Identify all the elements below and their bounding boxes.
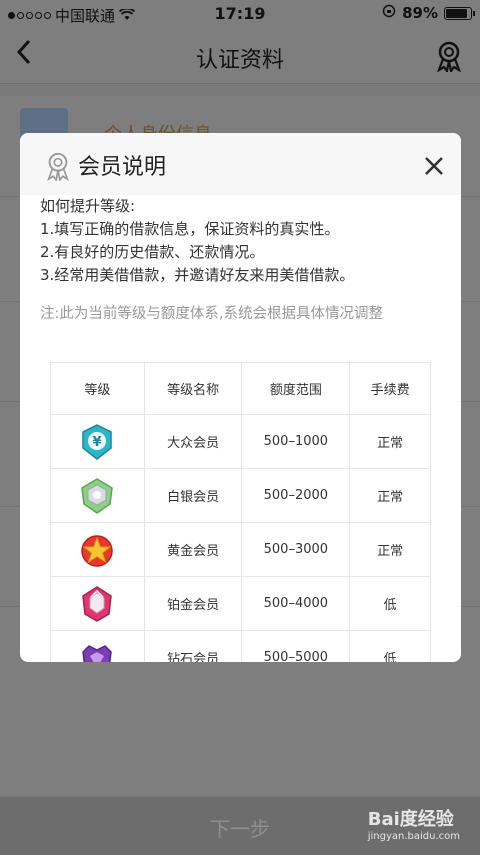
table-row: 铂金会员 500–4000 低 (50, 576, 431, 631)
fee: 正常 (349, 414, 431, 469)
credit-range: 500–2000 (241, 468, 351, 523)
fee: 正常 (349, 468, 431, 523)
level-name: 大众会员 (143, 414, 243, 469)
level-name: 白银会员 (143, 468, 243, 523)
fee: 正常 (349, 522, 431, 577)
battery-icon (444, 6, 475, 20)
credit-range: 500–1000 (241, 414, 351, 469)
header-fee: 手续费 (349, 362, 431, 415)
modal-header: 会员说明 (20, 133, 461, 195)
disclaimer-note: 注:此为当前等级与额度体系,系统会根据具体情况调整 (40, 306, 383, 322)
watermark-brand: Bai度经验 (367, 809, 454, 830)
level-icon-cell (50, 630, 145, 662)
membership-badge-button[interactable] (434, 40, 464, 74)
table-row: 白银会员 500–2000 正常 (50, 468, 431, 523)
rotation-lock-icon (382, 4, 396, 22)
status-bar: 中国联通 17:19 89% (0, 0, 480, 28)
modal-title: 会员说明 (78, 155, 167, 180)
award-ribbon-icon (47, 152, 69, 181)
tip-item: 3.经常用美借借款，并邀请好友来用美借借款。 (40, 266, 355, 284)
watermark-url: jingyan.baidu.com (367, 831, 460, 842)
credit-range: 500–3000 (241, 522, 351, 577)
tips-heading: 如何提升等级: (40, 197, 136, 215)
table-row: ¥ 大众会员 500–1000 正常 (50, 414, 431, 469)
tip-item: 2.有良好的历史借款、还款情况。 (40, 243, 265, 261)
page-title: 认证资料 (195, 48, 284, 73)
level-icon-cell (50, 468, 145, 523)
battery-level-fill (446, 8, 468, 18)
fee: 低 (349, 630, 431, 662)
level-name: 铂金会员 (143, 576, 243, 631)
silver-member-medal-icon (81, 477, 114, 514)
platinum-member-medal-icon (82, 585, 113, 622)
level-icon-cell (50, 576, 145, 631)
award-ribbon-icon (436, 41, 462, 74)
credit-range: 500–5000 (241, 630, 351, 662)
membership-modal: 会员说明 如何提升等级: 1.填写正确的借款信息，保证资料的真实性。 2.有良好… (20, 133, 461, 662)
svg-text:¥: ¥ (93, 435, 102, 450)
tip-item: 1.填写正确的借款信息，保证资料的真实性。 (40, 220, 340, 238)
level-icon-cell: ¥ (50, 414, 145, 469)
table-row: 黄金会员 500–3000 正常 (50, 522, 431, 577)
close-icon (425, 157, 443, 175)
level-name: 黄金会员 (143, 522, 243, 577)
level-name: 钻石会员 (143, 630, 243, 662)
table-header-row: 等级 等级名称 额度范围 手续费 (50, 362, 431, 415)
header-level-name: 等级名称 (143, 362, 243, 415)
header-level: 等级 (50, 362, 145, 415)
diamond-member-medal-icon (82, 644, 113, 662)
mass-member-medal-icon: ¥ (82, 423, 113, 460)
header-credit-range: 额度范围 (241, 362, 351, 415)
nav-bar: 认证资料 (0, 28, 480, 84)
fee: 低 (349, 576, 431, 631)
credit-range: 500–4000 (241, 576, 351, 631)
table-row: 钻石会员 500–5000 低 (50, 630, 431, 662)
battery-percent: 89% (402, 4, 438, 22)
level-icon-cell (50, 522, 145, 577)
upgrade-tips: 如何提升等级: 1.填写正确的借款信息，保证资料的真实性。 2.有良好的历史借款… (40, 195, 354, 287)
watermark-logo: Bai度经验 jingyan.baidu.com (368, 805, 460, 842)
gold-member-medal-icon (81, 534, 114, 567)
membership-level-table: 等级 等级名称 额度范围 手续费 ¥ 大众会员 500–1000 正常 白银会员… (50, 362, 431, 662)
close-button[interactable] (423, 145, 445, 185)
